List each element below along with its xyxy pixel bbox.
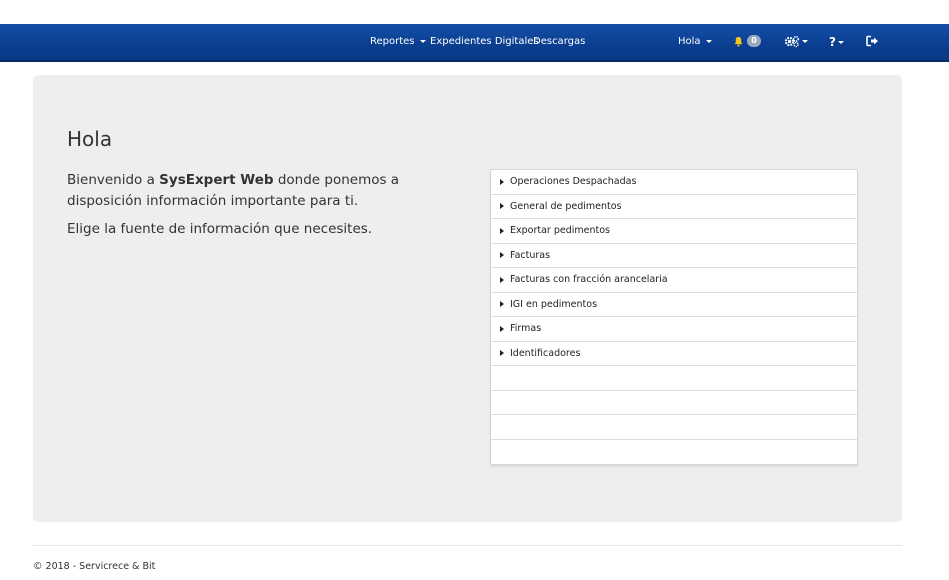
logout-button[interactable] <box>866 24 879 60</box>
report-label: Exportar pedimentos <box>510 225 610 237</box>
welcome-text: Bienvenido a SysExpert Web donde ponemos… <box>67 170 467 212</box>
expedientes-digitales-link[interactable]: Expedientes Digitales <box>430 24 539 60</box>
caret-right-icon <box>500 350 504 357</box>
bell-icon <box>734 36 743 47</box>
report-label: General de pedimentos <box>510 200 622 212</box>
report-label: IGI en pedimentos <box>510 298 598 310</box>
help-dropdown[interactable]: ? <box>829 24 844 60</box>
report-label: Facturas <box>510 249 551 261</box>
report-item-igi-pedimentos[interactable]: IGI en pedimentos <box>491 293 857 317</box>
report-item-operaciones-despachadas[interactable]: Operaciones Despachadas <box>491 170 857 195</box>
settings-dropdown[interactable] <box>784 24 808 60</box>
report-label: Facturas con fracción arancelaria <box>510 274 668 286</box>
chevron-down-icon <box>802 39 808 43</box>
caret-right-icon <box>500 203 504 210</box>
report-list: Operaciones Despachadas General de pedim… <box>490 169 858 465</box>
report-item-empty <box>491 391 857 415</box>
report-item-empty <box>491 366 857 391</box>
caret-right-icon <box>500 325 504 332</box>
welcome-panel: Hola Bienvenido a SysExpert Web donde po… <box>33 75 902 522</box>
top-navbar: Reportes Expedientes Digitales Descargas… <box>0 24 949 62</box>
instruction-text: Elige la fuente de información que neces… <box>67 221 373 237</box>
page-title: Hola <box>67 127 113 151</box>
caret-right-icon <box>500 227 504 234</box>
reportes-label: Reportes <box>370 36 415 47</box>
caret-right-icon <box>500 301 504 308</box>
report-item-general-pedimentos[interactable]: General de pedimentos <box>491 195 857 219</box>
brand-name: SysExpert Web <box>159 172 274 188</box>
chevron-down-icon <box>419 39 426 43</box>
user-label: Hola <box>678 36 701 47</box>
help-icon: ? <box>829 35 836 49</box>
notifications-button[interactable]: 0 <box>733 24 761 60</box>
chevron-down-icon <box>705 39 712 43</box>
sign-out-icon <box>866 35 878 47</box>
caret-right-icon <box>500 252 504 259</box>
footer-divider <box>33 545 902 546</box>
report-item-exportar-pedimentos[interactable]: Exportar pedimentos <box>491 219 857 244</box>
caret-right-icon <box>500 276 504 283</box>
user-dropdown[interactable]: Hola <box>678 24 712 60</box>
welcome-prefix: Bienvenido a <box>67 172 160 188</box>
descargas-link[interactable]: Descargas <box>533 24 585 60</box>
footer-copyright: © 2018 - Servicrece & Bit <box>33 561 156 572</box>
gears-icon <box>784 35 800 47</box>
report-item-facturas[interactable]: Facturas <box>491 244 857 268</box>
caret-right-icon <box>500 178 504 185</box>
report-item-empty <box>491 440 857 465</box>
report-label: Identificadores <box>510 347 581 359</box>
reportes-dropdown[interactable]: Reportes <box>370 24 426 60</box>
report-item-empty <box>491 415 857 440</box>
report-item-firmas[interactable]: Firmas <box>491 317 857 342</box>
notification-count-badge: 0 <box>747 35 761 47</box>
report-label: Operaciones Despachadas <box>510 176 637 188</box>
report-item-identificadores[interactable]: Identificadores <box>491 342 857 366</box>
report-label: Firmas <box>510 323 542 335</box>
chevron-down-icon <box>837 41 844 44</box>
report-item-facturas-fraccion[interactable]: Facturas con fracción arancelaria <box>491 268 857 293</box>
